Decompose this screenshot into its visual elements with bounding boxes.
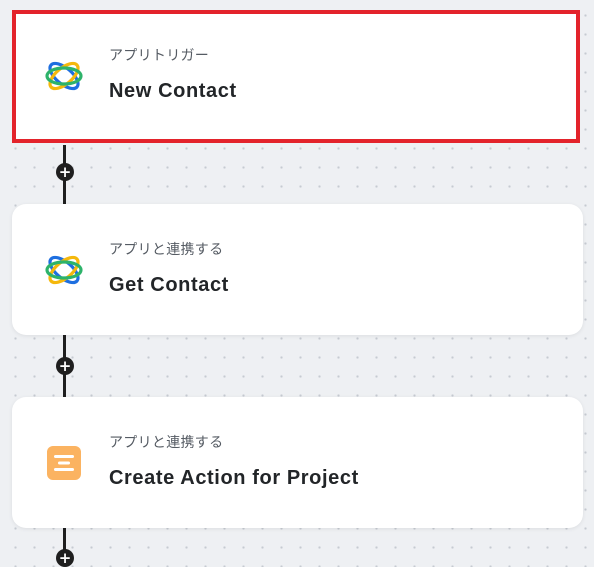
step-type-label: アプリトリガー	[109, 47, 210, 63]
orbit-logo-icon	[45, 61, 83, 91]
step-title: Get Contact	[109, 274, 229, 296]
step-type-label: アプリと連携する	[109, 434, 224, 450]
trigger-step-card[interactable]: アプリトリガー New Contact	[12, 10, 580, 143]
project-app-icon	[47, 446, 81, 480]
add-step-button[interactable]: +	[56, 357, 74, 375]
action-step-card[interactable]: アプリと連携する Create Action for Project	[12, 397, 583, 528]
step-title: Create Action for Project	[109, 467, 359, 489]
orbit-logo-icon	[45, 255, 83, 285]
add-step-button[interactable]: +	[56, 549, 74, 567]
add-step-button[interactable]: +	[56, 163, 74, 181]
step-title: New Contact	[109, 80, 237, 102]
step-type-label: アプリと連携する	[109, 241, 224, 257]
action-step-card[interactable]: アプリと連携する Get Contact	[12, 204, 583, 335]
